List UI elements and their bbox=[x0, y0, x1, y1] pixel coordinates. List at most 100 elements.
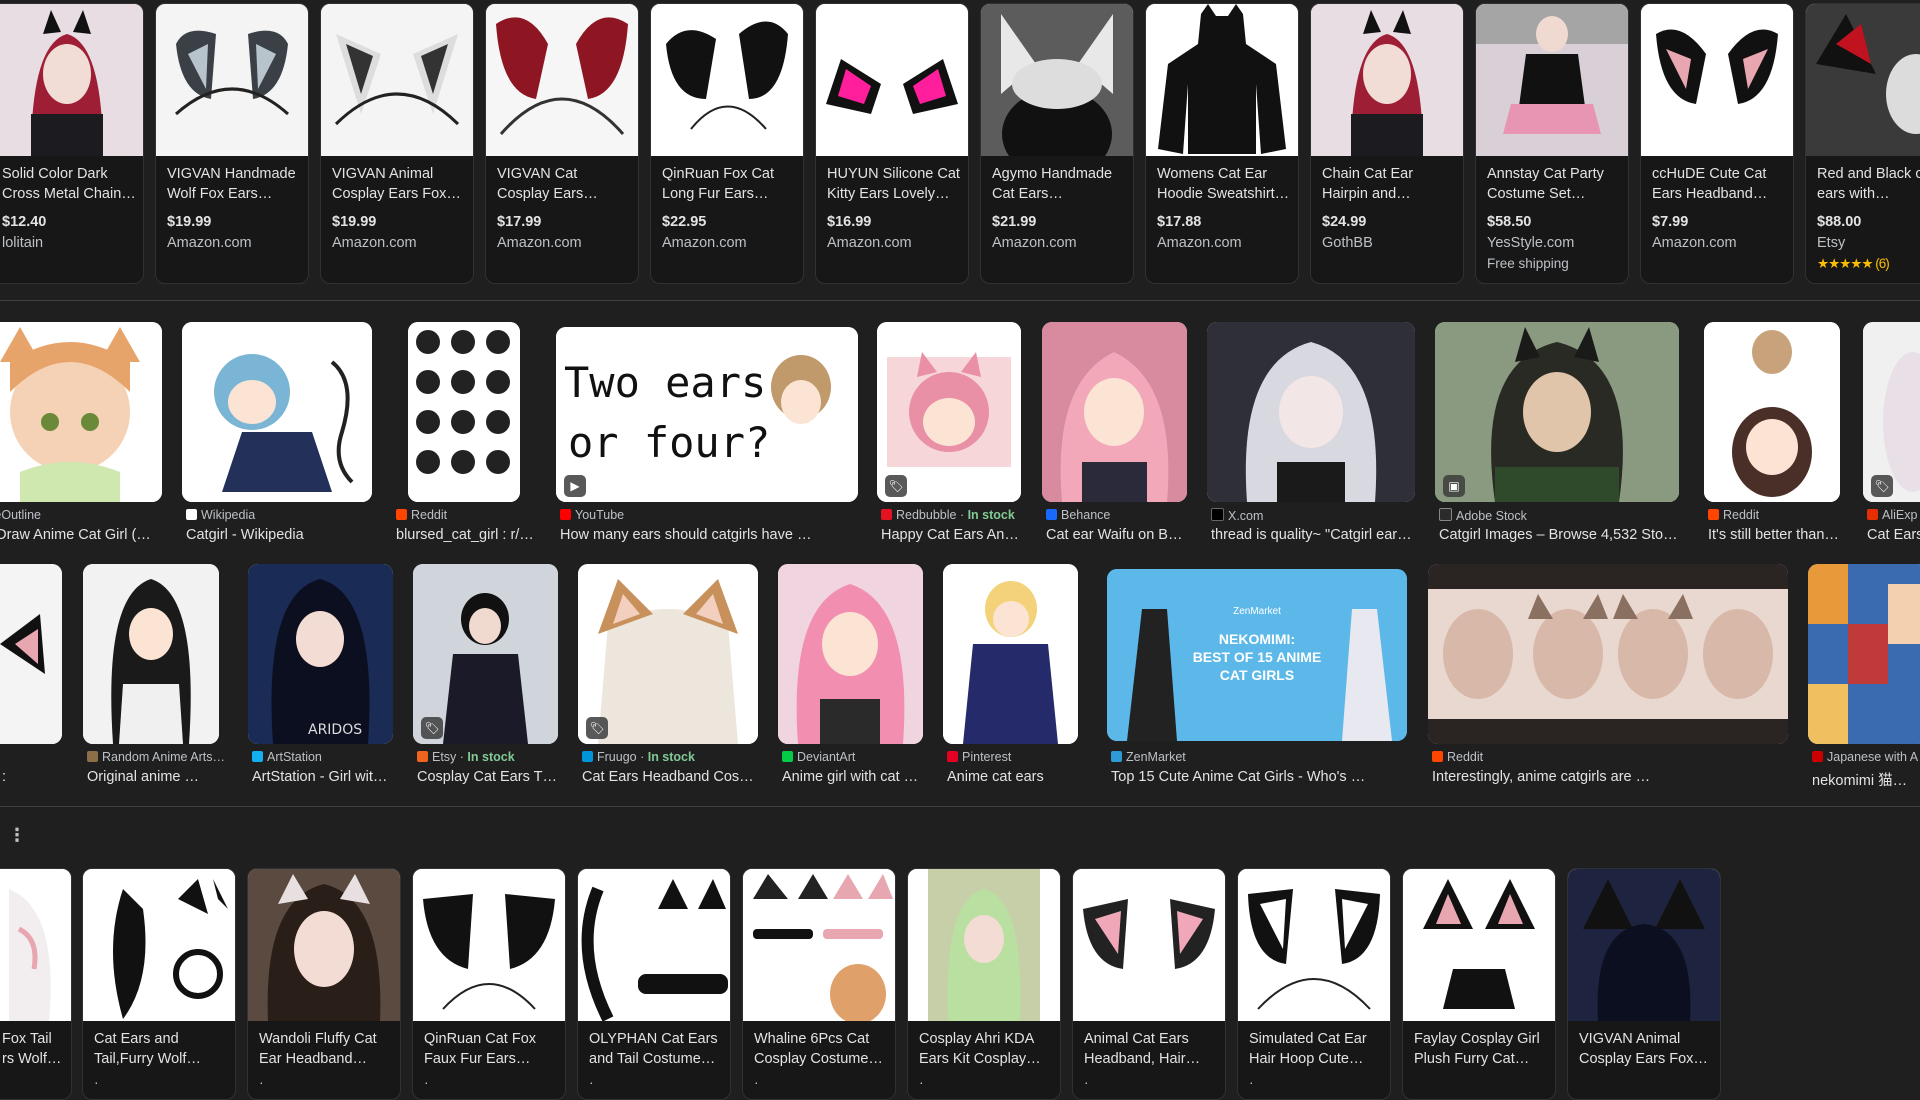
product-title: HUYUN Silicone Cat Kitty Ears Lovely… bbox=[827, 166, 960, 202]
product-card[interactable]: Annstay Cat Party Costume Set… $58.50 Ye… bbox=[1475, 3, 1629, 284]
result-source: Japanese with A bbox=[1812, 750, 1918, 764]
product-card[interactable]: Whaline 6Pcs Cat Cosplay Costume… · bbox=[742, 868, 896, 1100]
product-image bbox=[1641, 4, 1793, 156]
product-title: Solid Color Dark Cross Metal Chain… bbox=[2, 166, 136, 202]
info-dot: · bbox=[1249, 1074, 1254, 1090]
result-image bbox=[1207, 322, 1415, 502]
result-source: ZenMarket bbox=[1111, 750, 1186, 764]
result-source: X.com bbox=[1211, 508, 1263, 523]
result-caption: Anime girl with cat … bbox=[782, 769, 919, 785]
product-store: Amazon.com bbox=[1157, 235, 1242, 251]
youtube-icon bbox=[560, 509, 571, 520]
product-card[interactable]: Chain Cat Ear Hairpin and… $24.99 GothBB bbox=[1310, 3, 1464, 284]
product-price: $12.40 bbox=[2, 214, 47, 230]
result-source: ArtStation bbox=[252, 750, 322, 764]
divider bbox=[0, 300, 1920, 301]
result-image bbox=[1435, 322, 1679, 502]
product-card[interactable]: Agymo Handmade Cat Ears… $21.99 Amazon.c… bbox=[980, 3, 1134, 284]
product-card[interactable]: VIGVAN Animal Cosplay Ears Fox… bbox=[1567, 868, 1721, 1100]
product-image bbox=[1403, 869, 1555, 1021]
product-price: $19.99 bbox=[332, 214, 377, 230]
more-options-icon[interactable]: ⋮ bbox=[8, 825, 26, 846]
result-caption: Cat Ears bbox=[1867, 527, 1920, 543]
product-card[interactable]: Cosplay Ahri KDA Ears Kit Cosplay… · bbox=[907, 868, 1061, 1100]
reddit-icon bbox=[396, 509, 407, 520]
product-title: ccHuDE Cute Cat Ears Headband Fo… bbox=[1652, 166, 1767, 202]
product-store: Amazon.com bbox=[992, 235, 1077, 251]
result-caption: thread is quality~ "Catgirl ear… bbox=[1211, 527, 1412, 543]
product-price: $16.99 bbox=[827, 214, 872, 230]
product-card[interactable]: QinRuan Cat Fox Faux Fur Ears… · bbox=[412, 868, 566, 1100]
product-card[interactable]: VIGVAN Handmade Wolf Fox Ears… $19.99 Am… bbox=[155, 3, 309, 284]
result-caption: Anime cat ears bbox=[947, 769, 1044, 785]
pinterest-icon bbox=[947, 751, 958, 762]
svg-text:NEKOMIMI:: NEKOMIMI: bbox=[1219, 631, 1295, 647]
result-source: Redbubble · In stock bbox=[881, 508, 1015, 522]
product-title: Chain Cat Ear Hairpin and… bbox=[1322, 166, 1414, 202]
info-dot: · bbox=[94, 1074, 99, 1090]
product-card[interactable]: OLYPHAN Cat Ears and Tail Costume… · bbox=[577, 868, 731, 1100]
product-card[interactable]: VIGVAN Animal Cosplay Ears Fox… $19.99 A… bbox=[320, 3, 474, 284]
product-card[interactable]: Faylay Cosplay Girl Plush Furry Cat… bbox=[1402, 868, 1556, 1100]
product-store: Amazon.com bbox=[1652, 235, 1737, 251]
result-caption: nekomimi 猫耳 (C bbox=[1812, 773, 1920, 789]
product-title: OLYPHAN Cat Ears and Tail Costume… bbox=[589, 1031, 718, 1067]
etsy-icon bbox=[417, 751, 428, 762]
reddit-icon bbox=[1708, 509, 1719, 520]
svg-text:ARIDOS: ARIDOS bbox=[308, 722, 362, 738]
result-source: Fruugo · In stock bbox=[582, 750, 695, 764]
result-caption: o Draw Anime Cat Girl (… bbox=[0, 527, 151, 543]
product-card[interactable]: HUYUN Silicone Cat Kitty Ears Lovely… $1… bbox=[815, 3, 969, 284]
result-caption: Original anime … bbox=[87, 769, 200, 785]
result-image bbox=[1808, 564, 1920, 744]
product-card[interactable]: Simulated Cat Ear Hair Hoop Cute… · bbox=[1237, 868, 1391, 1100]
product-card[interactable]: Wandoli Fluffy Cat Ear Headband… · bbox=[247, 868, 401, 1100]
product-image bbox=[908, 869, 1060, 1021]
result-image bbox=[0, 564, 62, 744]
product-store: Amazon.com bbox=[167, 235, 252, 251]
product-card[interactable]: Animal Cat Ears Headband, Hair… · bbox=[1072, 868, 1226, 1100]
result-caption: Cat Ears Headband Cosp… bbox=[582, 769, 758, 785]
aliexpress-icon bbox=[1867, 509, 1878, 520]
zenmarket-icon bbox=[1111, 751, 1122, 762]
product-card[interactable]: QinRuan Fox Cat Long Fur Ears Hair… $22.… bbox=[650, 3, 804, 284]
deviantart-icon bbox=[782, 751, 793, 762]
result-image: ZenMarket NEKOMIMI: BEST OF 15 ANIME CAT GI… bbox=[1107, 569, 1407, 741]
product-image bbox=[1311, 4, 1463, 156]
product-title: Simulated Cat Ear Hair Hoop Cute… bbox=[1249, 1031, 1367, 1067]
fruugo-icon bbox=[582, 751, 593, 762]
product-image bbox=[156, 4, 308, 156]
wikipedia-icon bbox=[186, 509, 197, 520]
result-source: AliExp bbox=[1867, 508, 1917, 522]
info-dot: · bbox=[1084, 1074, 1089, 1090]
stock-image-icon: ▣ bbox=[1443, 475, 1465, 497]
result-image bbox=[408, 322, 520, 502]
product-store: GothBB bbox=[1322, 235, 1373, 251]
info-dot: · bbox=[919, 1074, 924, 1090]
product-price: $24.99 bbox=[1322, 214, 1367, 230]
result-caption: ArtStation - Girl wit… bbox=[252, 769, 388, 785]
shopping-tag-icon: 🏷 bbox=[1871, 475, 1893, 497]
result-source: Etsy · In stock bbox=[417, 750, 515, 764]
product-card[interactable]: Solid Color Dark Cross Metal Chain… $12.… bbox=[0, 3, 144, 284]
result-caption: Cosplay Cat Ears T… bbox=[417, 769, 557, 785]
site-icon bbox=[1812, 751, 1823, 762]
product-store: Etsy bbox=[1817, 235, 1846, 251]
reddit-icon bbox=[1432, 751, 1443, 762]
shipping-info: Free shipping bbox=[1487, 256, 1569, 271]
product-image bbox=[486, 4, 638, 156]
product-title: Faylay Cosplay Girl Plush Furry Cat… bbox=[1414, 1031, 1540, 1067]
product-card[interactable]: ccHuDE Cute Cat Ears Headband Fo… $7.99 … bbox=[1640, 3, 1794, 284]
product-card[interactable]: Cat Ears and Tail,Furry Wolf Fox… · bbox=[82, 868, 236, 1100]
product-card[interactable]: Womens Cat Ear Hoodie Sweatshirt… $17.88… bbox=[1145, 3, 1299, 284]
shopping-tag-icon: 🏷 bbox=[421, 717, 443, 739]
result-image: Two ears or four? bbox=[556, 327, 858, 502]
adobe-stock-icon bbox=[1439, 508, 1452, 521]
product-card[interactable]: Red and Black cat ears with… $88.00 Etsy… bbox=[1805, 3, 1920, 284]
redbubble-icon bbox=[881, 509, 892, 520]
product-image bbox=[816, 4, 968, 156]
product-card[interactable]: VIGVAN Cat Cosplay Ears… $17.99 Amazon.c… bbox=[485, 3, 639, 284]
product-image bbox=[0, 4, 143, 156]
product-card[interactable]: Fox Tail rs Wolf… bbox=[0, 868, 72, 1100]
product-price: $7.99 bbox=[1652, 214, 1689, 230]
